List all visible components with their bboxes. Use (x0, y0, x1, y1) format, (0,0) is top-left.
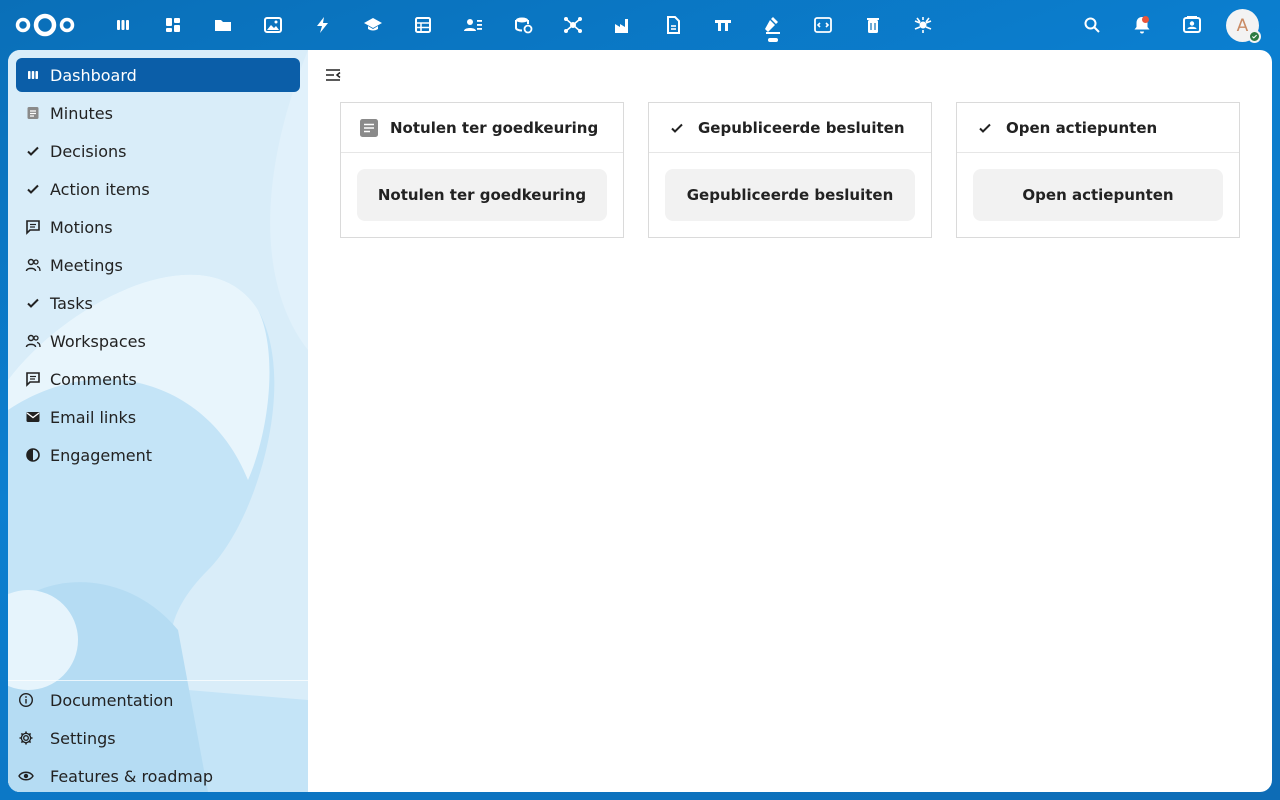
trash-icon[interactable] (853, 0, 893, 50)
active-app-indicator (768, 38, 778, 42)
navigation-toggle-icon[interactable] (322, 64, 344, 86)
sidebar-item-motions[interactable]: Motions (16, 210, 300, 244)
network-icon[interactable] (553, 0, 593, 50)
learning-cap-icon[interactable] (353, 0, 393, 50)
widget-card-open-action-items: Open actiepunten Open actiepunten (956, 102, 1240, 238)
user-avatar[interactable]: A (1226, 9, 1261, 43)
card-header: Gepubliceerde besluiten (649, 103, 931, 153)
contacts-icon[interactable] (453, 0, 493, 50)
eye-icon (16, 766, 36, 786)
gavel-icon[interactable] (753, 0, 793, 50)
sidebar-item-email-links[interactable]: Email links (16, 400, 300, 434)
contacts-menu-icon[interactable] (1172, 0, 1212, 50)
top-header: A (0, 0, 1280, 50)
sidebar-item-decisions[interactable]: Decisions (16, 134, 300, 168)
spider-icon[interactable] (903, 0, 943, 50)
email-icon (16, 400, 50, 434)
photos-icon[interactable] (253, 0, 293, 50)
card-title: Open actiepunten (1006, 118, 1158, 137)
dashboard-icon (16, 58, 50, 92)
widget-card-minutes-approval: Notulen ter goedkeuring Notulen ter goed… (340, 102, 624, 238)
apps-grid-icon[interactable] (153, 0, 193, 50)
people-icon (16, 324, 50, 358)
board-icon[interactable] (703, 0, 743, 50)
half-circle-icon (16, 438, 50, 472)
nextcloud-logo[interactable] (14, 12, 76, 38)
sidebar-item-action-items[interactable]: Action items (16, 172, 300, 206)
comment-icon (16, 362, 50, 396)
check-icon (975, 118, 995, 138)
dashboard-icon[interactable] (103, 0, 143, 50)
card-action-button[interactable]: Open actiepunten (973, 169, 1223, 221)
sidebar-item-dashboard[interactable]: Dashboard (16, 58, 300, 92)
card-header: Notulen ter goedkeuring (341, 103, 623, 153)
card-action-button[interactable]: Gepubliceerde besluiten (665, 169, 915, 221)
online-status-badge (1248, 30, 1261, 43)
sidebar-nav-list: Dashboard Minutes Decisions Action items… (16, 58, 300, 476)
sidebar-item-label: Tasks (50, 293, 93, 313)
sidebar-item-label: Action items (50, 179, 150, 199)
sidebar-item-documentation[interactable]: Documentation (8, 681, 308, 719)
card-action-button[interactable]: Notulen ter goedkeuring (357, 169, 607, 221)
sidebar-item-label: Engagement (50, 445, 153, 465)
check-icon (667, 118, 687, 138)
code-window-icon[interactable] (803, 0, 843, 50)
sidebar-item-tasks[interactable]: Tasks (16, 286, 300, 320)
sidebar-item-label: Documentation (50, 690, 174, 710)
sidebar-item-settings[interactable]: Settings (8, 719, 308, 757)
card-title: Notulen ter goedkeuring (390, 118, 599, 137)
info-icon (16, 690, 36, 710)
document-icon (16, 96, 50, 130)
notification-badge (1142, 16, 1149, 23)
sidebar-item-comments[interactable]: Comments (16, 362, 300, 396)
main-content: Notulen ter goedkeuring Notulen ter goed… (308, 50, 1272, 792)
database-icon[interactable] (503, 0, 543, 50)
sidebar-item-features-roadmap[interactable]: Features & roadmap (8, 757, 308, 792)
sidebar-item-label: Settings (50, 728, 116, 748)
sidebar-item-label: Email links (50, 407, 137, 427)
sidebar-item-meetings[interactable]: Meetings (16, 248, 300, 282)
document-icon (359, 118, 379, 138)
check-icon (16, 286, 50, 320)
card-header: Open actiepunten (957, 103, 1239, 153)
app-navigation: Dashboard Minutes Decisions Action items… (8, 50, 308, 792)
sidebar-item-label: Dashboard (50, 65, 137, 85)
notifications-icon[interactable] (1122, 0, 1162, 50)
document-icon[interactable] (653, 0, 693, 50)
check-icon (16, 172, 50, 206)
widget-card-published-decisions: Gepubliceerde besluiten Gepubliceerde be… (648, 102, 932, 238)
sidebar-item-label: Motions (50, 217, 113, 237)
comment-icon (16, 210, 50, 244)
people-icon (16, 248, 50, 282)
sidebar-item-engagement[interactable]: Engagement (16, 438, 300, 472)
files-folder-icon[interactable] (203, 0, 243, 50)
check-icon (16, 134, 50, 168)
search-icon[interactable] (1072, 0, 1112, 50)
sidebar-item-minutes[interactable]: Minutes (16, 96, 300, 130)
avatar-initial: A (1236, 15, 1249, 36)
tables-icon[interactable] (403, 0, 443, 50)
factory-icon[interactable] (603, 0, 643, 50)
gear-icon (16, 728, 36, 748)
sidebar-item-label: Features & roadmap (50, 766, 213, 786)
sidebar-footer: Documentation Settings Features & roadma… (8, 680, 308, 792)
card-title: Gepubliceerde besluiten (698, 118, 905, 137)
sidebar-item-label: Minutes (50, 103, 113, 123)
sidebar-item-label: Comments (50, 369, 137, 389)
sidebar-item-label: Meetings (50, 255, 123, 275)
sidebar-item-workspaces[interactable]: Workspaces (16, 324, 300, 358)
sidebar-item-label: Decisions (50, 141, 127, 161)
activity-bolt-icon[interactable] (303, 0, 343, 50)
sidebar-item-label: Workspaces (50, 331, 146, 351)
